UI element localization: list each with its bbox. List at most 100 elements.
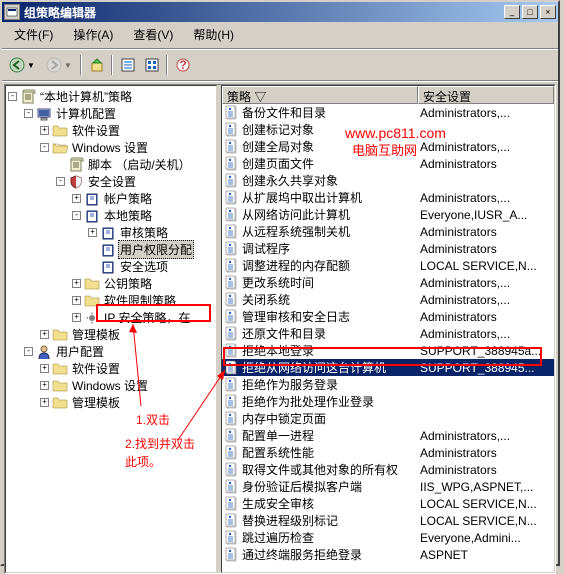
list-body[interactable]: 备份文件和目录Administrators,...创建标记对象创建全局对象Adm… [222, 104, 554, 572]
policy-row[interactable]: 创建全局对象Administrators,... [222, 138, 554, 155]
policy-row[interactable]: 拒绝从网络访问这台计算机SUPPORT_388945... [222, 359, 554, 376]
refresh-button[interactable] [140, 54, 163, 76]
tree-node[interactable]: 脚本 （启动/关机） [8, 156, 214, 173]
back-button[interactable]: ▼ [4, 54, 40, 76]
policy-row[interactable]: 创建页面文件Administrators [222, 155, 554, 172]
policy-row[interactable]: 生成安全审核LOCAL SERVICE,N... [222, 495, 554, 512]
tree-node[interactable]: +IP 安全策略，在 [8, 309, 214, 326]
tree-expander[interactable]: - [72, 211, 81, 220]
tree-icon [36, 106, 52, 122]
tree-node[interactable]: +软件设置 [8, 360, 214, 377]
tree-node[interactable]: +软件设置 [8, 122, 214, 139]
policy-row[interactable]: 备份文件和目录Administrators,... [222, 104, 554, 121]
menu-help[interactable]: 帮助(H) [185, 24, 242, 45]
policy-name: 拒绝作为服务登录 [242, 376, 338, 393]
policy-row[interactable]: 从网络访问此计算机Everyone,IUSR_A... [222, 206, 554, 223]
policy-row[interactable]: 替换进程级别标记LOCAL SERVICE,N... [222, 512, 554, 529]
tree-expander[interactable]: + [72, 313, 81, 322]
tree-expander[interactable]: - [24, 109, 33, 118]
policy-name: 配置系统性能 [242, 444, 314, 461]
policy-row[interactable]: 创建永久共享对象 [222, 172, 554, 189]
tree-node[interactable]: -“本地计算机”策略 [8, 88, 214, 105]
policy-row[interactable]: 通过终端服务拒绝登录ASPNET [222, 546, 554, 563]
policy-row[interactable]: 创建标记对象 [222, 121, 554, 138]
tree-expander[interactable]: + [72, 296, 81, 305]
policy-setting: SUPPORT_388945a... [418, 344, 554, 358]
minimize-button[interactable]: _ [504, 5, 520, 19]
policy-row[interactable]: 管理审核和安全日志Administrators [222, 308, 554, 325]
tree-node[interactable]: -用户配置 [8, 343, 214, 360]
policy-name: 拒绝作为批处理作业登录 [242, 393, 374, 410]
close-button[interactable]: × [540, 5, 556, 19]
tree-node[interactable]: +公钥策略 [8, 275, 214, 292]
policy-name: 创建永久共享对象 [242, 172, 338, 189]
policy-name: 替换进程级别标记 [242, 512, 338, 529]
properties-button[interactable] [116, 54, 139, 76]
tree-expander[interactable]: - [8, 92, 17, 101]
policy-row[interactable]: 配置系统性能Administrators [222, 444, 554, 461]
policy-row[interactable]: 取得文件或其他对象的所有权Administrators [222, 461, 554, 478]
tree-expander[interactable]: + [40, 330, 49, 339]
tree-label: 用户权限分配 [118, 240, 194, 259]
tree-expander[interactable]: + [40, 126, 49, 135]
tree-expander[interactable]: + [72, 194, 81, 203]
policy-name: 跳过遍历检查 [242, 529, 314, 546]
policy-icon [224, 479, 240, 495]
tree-expander[interactable]: + [40, 398, 49, 407]
tree-node[interactable]: 用户权限分配 [8, 241, 214, 258]
policy-row[interactable]: 配置单一进程Administrators,... [222, 427, 554, 444]
policy-icon [224, 394, 240, 410]
forward-button[interactable]: ▼ [41, 54, 77, 76]
policy-icon [224, 190, 240, 206]
policy-row[interactable]: 关闭系统Administrators,... [222, 291, 554, 308]
column-security[interactable]: 安全设置 [418, 86, 554, 104]
policy-row[interactable]: 拒绝本地登录SUPPORT_388945a... [222, 342, 554, 359]
menu-view[interactable]: 查看(V) [125, 24, 181, 45]
tree-node[interactable]: -计算机配置 [8, 105, 214, 122]
tree-node[interactable]: 安全选项 [8, 258, 214, 275]
maximize-button[interactable]: □ [522, 5, 538, 19]
tree-expander[interactable]: - [24, 347, 33, 356]
policy-setting: Administrators [418, 225, 554, 239]
policy-row[interactable]: 调试程序Administrators [222, 240, 554, 257]
up-button[interactable] [85, 54, 108, 76]
tree-node[interactable]: -Windows 设置 [8, 139, 214, 156]
tree-icon [52, 123, 68, 139]
tree-panel[interactable]: -“本地计算机”策略-计算机配置+软件设置-Windows 设置脚本 （启动/关… [5, 85, 217, 573]
tree-node[interactable]: + Windows 设置 [8, 377, 214, 394]
help-button[interactable]: ? [171, 54, 194, 76]
policy-row[interactable]: 更改系统时间Administrators,... [222, 274, 554, 291]
tree-node[interactable]: +帐户策略 [8, 190, 214, 207]
tree-expander[interactable]: + [88, 228, 97, 237]
tree-node[interactable]: +管理模板 [8, 326, 214, 343]
tree-node[interactable]: +软件限制策略 [8, 292, 214, 309]
menu-action[interactable]: 操作(A) [65, 24, 121, 45]
tree-expander[interactable]: + [40, 364, 49, 373]
tree-node[interactable]: +审核策略 [8, 224, 214, 241]
policy-row[interactable]: 还原文件和目录Administrators,... [222, 325, 554, 342]
tree-node[interactable]: -本地策略 [8, 207, 214, 224]
policy-row[interactable]: 拒绝作为服务登录 [222, 376, 554, 393]
menu-file[interactable]: 文件(F) [6, 24, 61, 45]
tree-node[interactable]: -安全设置 [8, 173, 214, 190]
tree-expander[interactable]: - [40, 143, 49, 152]
tree-expander[interactable]: - [56, 177, 65, 186]
list-panel: 策略 ▽ 安全设置 备份文件和目录Administrators,...创建标记对… [221, 85, 555, 573]
policy-setting: LOCAL SERVICE,N... [418, 497, 554, 511]
policy-row[interactable]: 拒绝作为批处理作业登录 [222, 393, 554, 410]
tree-icon [100, 225, 116, 241]
tree-expander[interactable]: + [40, 381, 49, 390]
tree-node[interactable]: +管理模板 [8, 394, 214, 411]
policy-row[interactable]: 调整进程的内存配额LOCAL SERVICE,N... [222, 257, 554, 274]
policy-setting: LOCAL SERVICE,N... [418, 259, 554, 273]
policy-row[interactable]: 身份验证后模拟客户端IIS_WPG,ASPNET,... [222, 478, 554, 495]
tree-expander[interactable]: + [72, 279, 81, 288]
policy-row[interactable]: 内存中锁定页面 [222, 410, 554, 427]
column-policy[interactable]: 策略 ▽ [222, 86, 418, 104]
titlebar[interactable]: 组策略编辑器 _ □ × [2, 2, 558, 22]
policy-setting: Administrators,... [418, 293, 554, 307]
tree-label: Windows 设置 [70, 377, 150, 394]
policy-row[interactable]: 跳过遍历检查Everyone,Admini... [222, 529, 554, 546]
policy-row[interactable]: 从扩展坞中取出计算机Administrators,... [222, 189, 554, 206]
policy-row[interactable]: 从远程系统强制关机Administrators [222, 223, 554, 240]
